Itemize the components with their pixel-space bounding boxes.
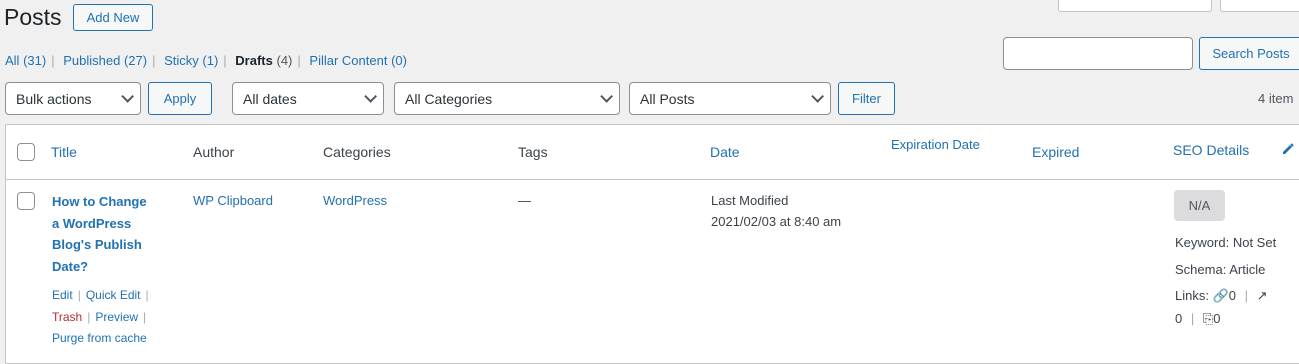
incoming-link-icon: ⎘	[1202, 311, 1214, 326]
view-all[interactable]: All (31)	[5, 53, 46, 68]
chevron-down-icon	[364, 90, 377, 103]
chevron-down-icon	[811, 90, 824, 103]
edit-pencil-icon[interactable]	[1280, 141, 1296, 162]
separator: |	[223, 53, 227, 68]
separator: |	[152, 53, 156, 68]
view-sticky[interactable]: Sticky (1)	[164, 53, 218, 68]
help-button[interactable]	[1220, 0, 1299, 12]
page-title: Posts	[4, 4, 62, 30]
separator: |	[51, 53, 55, 68]
chevron-down-icon	[600, 90, 613, 103]
screen-options-button[interactable]	[1058, 0, 1212, 12]
title-line: How to Change	[52, 194, 147, 209]
title-line: Blog's Publish	[52, 237, 142, 252]
tags-value: —	[518, 193, 531, 208]
quick-edit-link[interactable]: Quick Edit	[86, 288, 141, 302]
schema-label: Schema:	[1175, 262, 1227, 277]
links-label: Links:	[1175, 288, 1209, 303]
purge-cache-link[interactable]: Purge from cache	[52, 331, 147, 345]
date-value: 2021/02/03 at 8:40 am	[711, 214, 842, 229]
row-actions: Edit | Quick Edit | Trash | Preview | Purge fr…	[52, 285, 154, 350]
search-input[interactable]	[1003, 37, 1193, 70]
posts-table	[5, 124, 1299, 364]
date-status: Last Modified	[711, 193, 789, 208]
row-checkbox[interactable]	[17, 192, 35, 210]
view-drafts[interactable]: Drafts (4)	[235, 53, 292, 68]
apply-button[interactable]: Apply	[148, 82, 212, 115]
external-links-count: 0	[1175, 311, 1183, 326]
post-title-link[interactable]: How to Change a WordPress Blog's Publish…	[52, 191, 147, 277]
internal-link-icon: 🔗	[1212, 288, 1229, 303]
filter-button[interactable]: Filter	[838, 82, 895, 115]
view-pillar-content[interactable]: Pillar Content (0)	[309, 53, 407, 68]
dates-value: All dates	[243, 90, 297, 107]
title-line: Date?	[52, 258, 89, 274]
edit-link[interactable]: Edit	[52, 288, 73, 302]
trash-link[interactable]: Trash	[52, 310, 82, 324]
title-line: a WordPress	[52, 215, 132, 231]
incoming-links-count: 0	[1213, 311, 1221, 326]
view-published[interactable]: Published (27)	[63, 53, 147, 68]
bulk-actions-value: Bulk actions	[16, 90, 92, 107]
categories-select[interactable]: All Categories	[394, 82, 620, 115]
items-count: 4 item	[1258, 91, 1294, 106]
separator: |	[87, 309, 91, 324]
column-date[interactable]: Date	[710, 144, 740, 160]
author-link[interactable]: WP Clipboard	[193, 193, 273, 208]
posts-select[interactable]: All Posts	[629, 82, 831, 115]
seo-keyword: Keyword: Not Set	[1175, 235, 1276, 250]
schema-value: Article	[1229, 262, 1266, 277]
category-link[interactable]: WordPress	[323, 193, 387, 208]
bulk-actions-select[interactable]: Bulk actions	[5, 82, 141, 115]
select-all-checkbox[interactable]	[17, 143, 35, 161]
column-title[interactable]: Title	[51, 144, 77, 160]
separator: |	[1190, 311, 1195, 326]
categories-value: All Categories	[405, 90, 493, 107]
dates-select[interactable]: All dates	[232, 82, 384, 115]
column-tags: Tags	[518, 144, 548, 160]
separator: |	[77, 288, 81, 302]
seo-score-badge: N/A	[1174, 190, 1225, 221]
separator: |	[143, 309, 147, 324]
posts-value: All Posts	[640, 90, 695, 107]
column-author: Author	[193, 144, 235, 160]
column-expired[interactable]: Expired	[1032, 144, 1079, 160]
separator: |	[1244, 288, 1249, 303]
seo-links-row-2: 0 | ⎘0	[1175, 311, 1221, 327]
internal-links-count: 0	[1228, 288, 1237, 303]
preview-link[interactable]: Preview	[95, 310, 138, 324]
column-seo-details[interactable]: SEO Details	[1173, 142, 1249, 158]
add-new-button[interactable]: Add New	[73, 4, 153, 31]
separator: |	[297, 53, 301, 68]
seo-schema: Schema: Article	[1175, 262, 1265, 277]
subsubsub-views: All (31) | Published (27) | Sticky (1) | Dr…	[5, 53, 407, 68]
keyword-value: Not Set	[1232, 235, 1277, 250]
header-divider	[5, 179, 1299, 180]
column-categories: Categories	[323, 144, 391, 160]
seo-links: Links: 🔗0 | ↗	[1175, 288, 1268, 304]
external-link-icon: ↗	[1256, 288, 1268, 303]
keyword-label: Keyword:	[1175, 235, 1230, 250]
column-expiration-date[interactable]: Expiration Date	[891, 137, 980, 152]
chevron-down-icon	[121, 90, 134, 103]
separator: |	[145, 288, 149, 302]
search-posts-button[interactable]: Search Posts	[1199, 37, 1299, 70]
